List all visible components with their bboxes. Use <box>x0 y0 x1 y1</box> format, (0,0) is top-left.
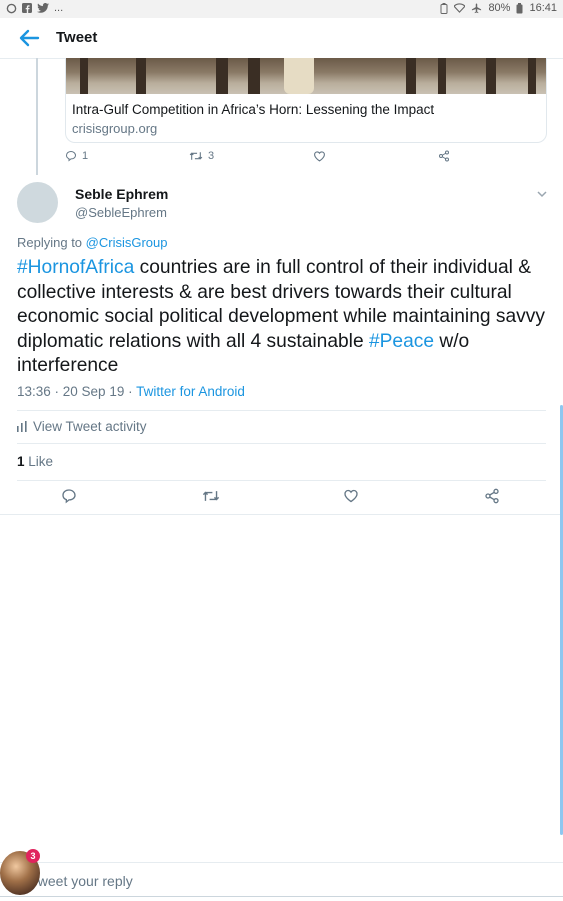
reply-input[interactable]: Tweet your reply <box>30 873 133 889</box>
view-activity-button[interactable]: View Tweet activity <box>17 419 147 434</box>
reply-icon <box>65 150 77 162</box>
reply-button[interactable] <box>61 488 79 506</box>
tweet-text: #HornofAfrica countries are in full cont… <box>17 256 547 379</box>
battery-saver-icon <box>440 2 448 14</box>
retweet-button[interactable] <box>202 488 220 506</box>
wifi-icon <box>454 3 466 13</box>
link-card-image <box>66 58 546 94</box>
facebook-icon <box>22 3 32 13</box>
retweet-icon <box>202 491 220 501</box>
like-button[interactable] <box>343 488 361 506</box>
tweet-meta: 13:36 · 20 Sep 19 · Twitter for Android <box>17 384 245 399</box>
replying-prefix: Replying to <box>17 235 83 250</box>
top-bar: Tweet <box>0 18 563 59</box>
page-title: Tweet <box>56 29 98 46</box>
link-card[interactable]: Intra-Gulf Competition in Africa’s Horn:… <box>65 58 547 143</box>
view-activity-label: View Tweet activity <box>33 419 147 434</box>
divider <box>17 410 546 411</box>
status-bar-right: 80% 16:41 <box>440 2 557 14</box>
share-icon <box>485 488 499 504</box>
retweet-icon <box>189 152 203 160</box>
hashtag-peace[interactable]: #Peace <box>369 331 434 352</box>
tweet-menu-button[interactable] <box>534 186 550 202</box>
refresh-icon <box>6 3 17 13</box>
heart-icon <box>314 151 325 162</box>
replying-to: Replying to @CrisisGroup <box>17 235 168 250</box>
reply-bar: Tweet your reply <box>0 862 563 901</box>
back-button[interactable] <box>16 26 42 50</box>
share-icon <box>439 150 449 162</box>
reply-icon <box>62 489 76 504</box>
analytics-icon <box>17 421 27 432</box>
like-count-number: 1 <box>17 454 25 469</box>
section-divider <box>0 514 563 515</box>
battery-percent: 80% <box>488 2 511 14</box>
clock: 16:41 <box>529 2 557 14</box>
hashtag-hornofafrica[interactable]: #HornofAfrica <box>17 257 134 278</box>
link-card-title: Intra-Gulf Competition in Africa’s Horn:… <box>72 102 435 117</box>
avatar[interactable] <box>17 182 58 223</box>
notification-badge: 3 <box>26 849 40 863</box>
share-button[interactable] <box>484 488 502 506</box>
heart-icon <box>344 489 358 503</box>
battery-icon <box>516 2 523 13</box>
parent-share-button[interactable] <box>438 150 450 162</box>
parent-like-button[interactable] <box>313 150 326 162</box>
like-count-label: Like <box>28 454 54 469</box>
parent-retweet-count: 3 <box>208 150 215 162</box>
status-more: ... <box>54 2 64 14</box>
replying-to-link[interactable]: @CrisisGroup <box>86 235 168 250</box>
status-bar-left: ... <box>6 2 63 14</box>
parent-tweet-actions: 1 3 <box>65 150 485 166</box>
likes-count[interactable]: 1 Like <box>17 454 53 469</box>
twitter-icon <box>37 3 49 13</box>
chevron-down-icon <box>537 191 547 198</box>
parent-retweet-button[interactable]: 3 <box>189 150 214 162</box>
thread-connector-line <box>36 58 38 175</box>
back-arrow-icon <box>19 29 40 47</box>
author-handle[interactable]: @SebleEphrem <box>75 205 167 220</box>
reply-underline <box>0 896 563 897</box>
tweet-actions <box>0 488 563 508</box>
parent-reply-count: 1 <box>82 150 89 162</box>
tweet-timestamp: 13:36 · 20 Sep 19 · <box>17 384 137 399</box>
parent-reply-button[interactable]: 1 <box>65 150 88 162</box>
airplane-icon <box>472 2 482 13</box>
divider <box>17 443 546 444</box>
link-card-domain: crisisgroup.org <box>72 121 158 136</box>
author-name[interactable]: Seble Ephrem <box>75 186 168 202</box>
divider <box>17 480 546 481</box>
status-bar: ... 80% 16:41 <box>0 0 563 18</box>
tweet-source-link[interactable]: Twitter for Android <box>136 384 245 399</box>
